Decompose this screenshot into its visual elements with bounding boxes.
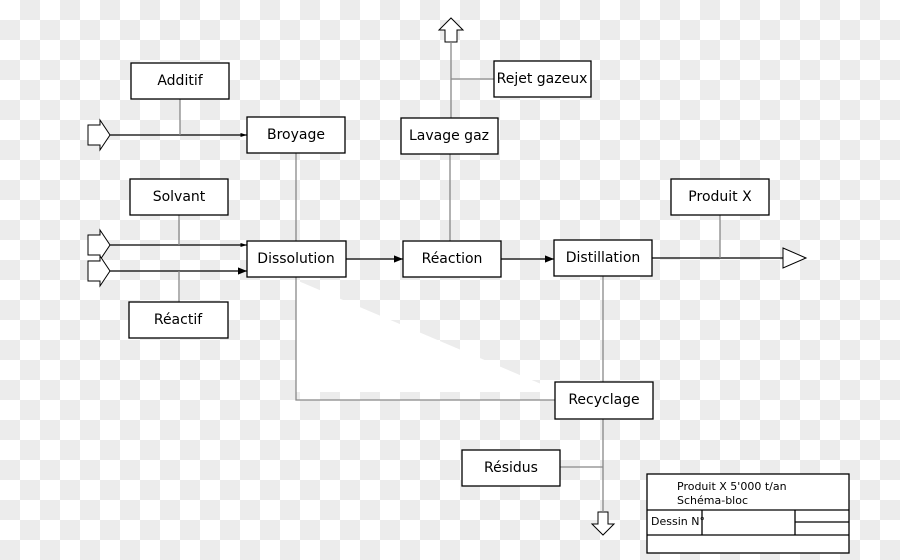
block-label: Distillation <box>566 250 641 266</box>
block-distillation: Distillation <box>553 239 653 277</box>
block-produit-x: Produit X <box>670 178 770 216</box>
block-label: Broyage <box>267 127 325 143</box>
block-label: Réaction <box>422 251 483 267</box>
block-rejet-gazeux: Rejet gazeux <box>493 60 592 98</box>
title-line-2: Schéma-bloc <box>677 494 748 507</box>
block-diagram: Additif Broyage Solvant Dissolution Réac… <box>87 17 850 554</box>
input-arrow-additif <box>87 118 111 152</box>
block-lavage-gaz: Lavage gaz <box>400 117 499 155</box>
drawing-number-label: Dessin N° <box>651 515 705 528</box>
title-line-1: Produit X 5'000 t/an <box>677 480 787 493</box>
block-additif: Additif <box>130 62 230 100</box>
input-arrow-reactif <box>87 254 111 288</box>
output-arrow-gas <box>437 17 465 43</box>
block-label: Rejet gazeux <box>497 71 588 87</box>
block-label: Produit X <box>688 189 752 205</box>
block-reaction: Réaction <box>402 240 502 278</box>
block-label: Recyclage <box>568 392 639 408</box>
block-broyage: Broyage <box>246 116 346 154</box>
block-recyclage: Recyclage <box>554 381 654 420</box>
block-solvant: Solvant <box>129 178 229 216</box>
block-label: Lavage gaz <box>409 128 489 144</box>
block-reactif: Réactif <box>128 301 229 339</box>
block-residus: Résidus <box>461 449 561 487</box>
input-arrow-solvant <box>87 228 111 262</box>
title-block: Produit X 5'000 t/an Schéma-bloc Dessin … <box>646 473 850 554</box>
block-label: Dissolution <box>257 251 334 267</box>
block-label: Résidus <box>484 460 538 476</box>
block-label: Additif <box>157 73 203 89</box>
output-arrow-product <box>782 247 808 269</box>
output-arrow-residus <box>590 511 616 536</box>
block-label: Réactif <box>154 312 203 328</box>
block-label: Solvant <box>153 189 206 205</box>
white-triangle-area <box>296 280 560 392</box>
block-dissolution: Dissolution <box>246 240 347 278</box>
